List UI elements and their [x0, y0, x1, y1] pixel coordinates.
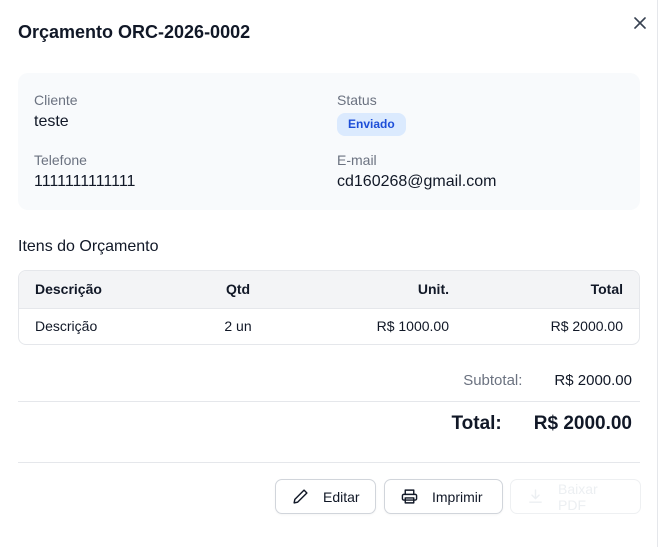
items-section-title: Itens do Orçamento: [18, 238, 159, 255]
subtotal-label: Subtotal:: [463, 372, 523, 389]
column-header-quantity: Qtd: [225, 281, 251, 297]
row-total: R$ 2000.00: [550, 318, 623, 334]
scrollbar[interactable]: [657, 0, 666, 547]
actions-divider: [18, 462, 640, 463]
row-unit-price: R$ 1000.00: [376, 318, 449, 334]
print-button[interactable]: Imprimir: [384, 479, 503, 514]
items-table: Descrição Qtd Unit. Total Descrição 2 un…: [18, 270, 640, 345]
summary-divider: [18, 401, 640, 402]
quote-modal: Orçamento ORC-2026-0002 Cliente teste St…: [0, 0, 658, 547]
total-label: Total:: [451, 413, 502, 434]
column-header-total: Total: [590, 281, 623, 297]
pencil-icon: [293, 489, 308, 504]
status-field: Status Enviado: [337, 92, 406, 136]
status-label: Status: [337, 92, 377, 108]
printer-icon: [401, 489, 418, 504]
subtotal-value: R$ 2000.00: [554, 372, 632, 389]
client-value: teste: [34, 113, 69, 130]
phone-field: Telefone 1111111111111: [34, 152, 135, 191]
client-info-card: Cliente teste Status Enviado Telefone 11…: [18, 73, 640, 210]
column-header-unit: Unit.: [417, 281, 449, 297]
column-header-description: Descrição: [35, 281, 102, 297]
total-row: Total: R$ 2000.00: [451, 413, 632, 435]
print-button-label: Imprimir: [432, 488, 483, 505]
table-header: Descrição Qtd Unit. Total: [19, 271, 639, 309]
download-pdf-button-label: Baixar PDF: [558, 480, 598, 513]
email-label: E-mail: [337, 152, 377, 168]
client-label: Cliente: [34, 92, 78, 108]
email-value: cd160268@gmail.com: [337, 173, 497, 190]
phone-value: 1111111111111: [34, 173, 136, 190]
download-icon: [529, 489, 542, 503]
total-value: R$ 2000.00: [533, 413, 632, 434]
email-field: E-mail cd160268@gmail.com: [337, 152, 496, 191]
client-field: Cliente teste: [34, 92, 78, 131]
subtotal-row: Subtotal: R$ 2000.00: [463, 372, 632, 389]
status-badge: Enviado: [337, 113, 406, 136]
edit-button-label: Editar: [323, 488, 360, 505]
table-row: Descrição 2 un R$ 1000.00 R$ 2000.00: [19, 309, 639, 344]
phone-label: Telefone: [34, 152, 87, 168]
row-description: Descrição: [35, 318, 98, 334]
download-pdf-button[interactable]: Baixar PDF: [510, 479, 641, 514]
modal-title: Orçamento ORC-2026-0002: [18, 22, 251, 42]
edit-button[interactable]: Editar: [275, 479, 376, 514]
row-quantity: 2 un: [224, 318, 252, 334]
close-button[interactable]: [631, 14, 649, 32]
close-icon: [634, 17, 646, 29]
